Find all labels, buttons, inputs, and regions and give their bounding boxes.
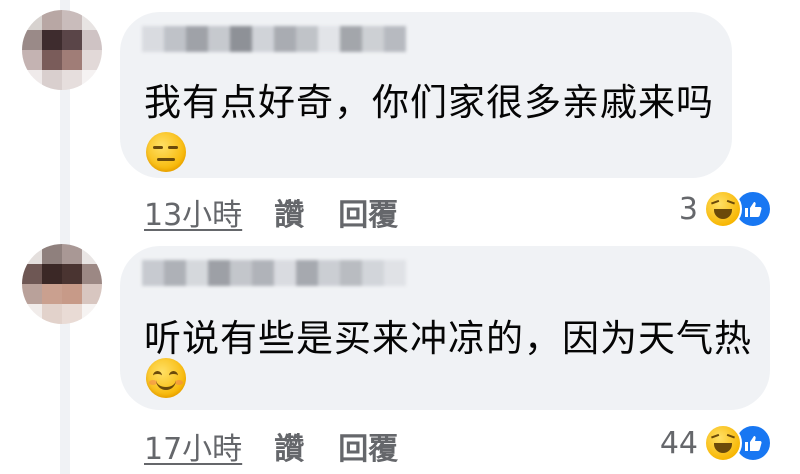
- smiling-face-icon: [146, 358, 186, 398]
- comment-actions: 13小時 讚 回覆: [144, 190, 398, 234]
- timestamp-link[interactable]: 13小時: [144, 190, 242, 234]
- reply-button[interactable]: 回覆: [338, 424, 398, 468]
- comment-bubble: 我有点好奇，你们家很多亲戚来吗: [120, 12, 732, 178]
- reaction-count: 3: [678, 191, 698, 227]
- expressionless-face-icon: [146, 132, 186, 172]
- like-button[interactable]: 讚: [274, 190, 304, 234]
- avatar[interactable]: [22, 10, 102, 90]
- comment-text: 听说有些是买来冲凉的，因为天气热: [144, 317, 752, 360]
- reactions-summary[interactable]: 3: [679, 190, 772, 228]
- reaction-count: 44: [659, 425, 698, 461]
- haha-icon: [704, 190, 742, 228]
- avatar[interactable]: [22, 244, 102, 324]
- commenter-name-redacted[interactable]: [142, 260, 406, 286]
- haha-icon: [704, 424, 742, 462]
- commenter-name-redacted[interactable]: [142, 26, 406, 52]
- comment-bubble: 听说有些是买来冲凉的，因为天气热: [120, 246, 770, 410]
- reply-button[interactable]: 回覆: [338, 190, 398, 234]
- comment-text: 我有点好奇，你们家很多亲戚来吗: [144, 81, 714, 124]
- like-button[interactable]: 讚: [274, 424, 304, 468]
- timestamp-link[interactable]: 17小時: [144, 424, 242, 468]
- reactions-summary[interactable]: 44: [660, 424, 772, 462]
- comment-actions: 17小時 讚 回覆: [144, 424, 398, 468]
